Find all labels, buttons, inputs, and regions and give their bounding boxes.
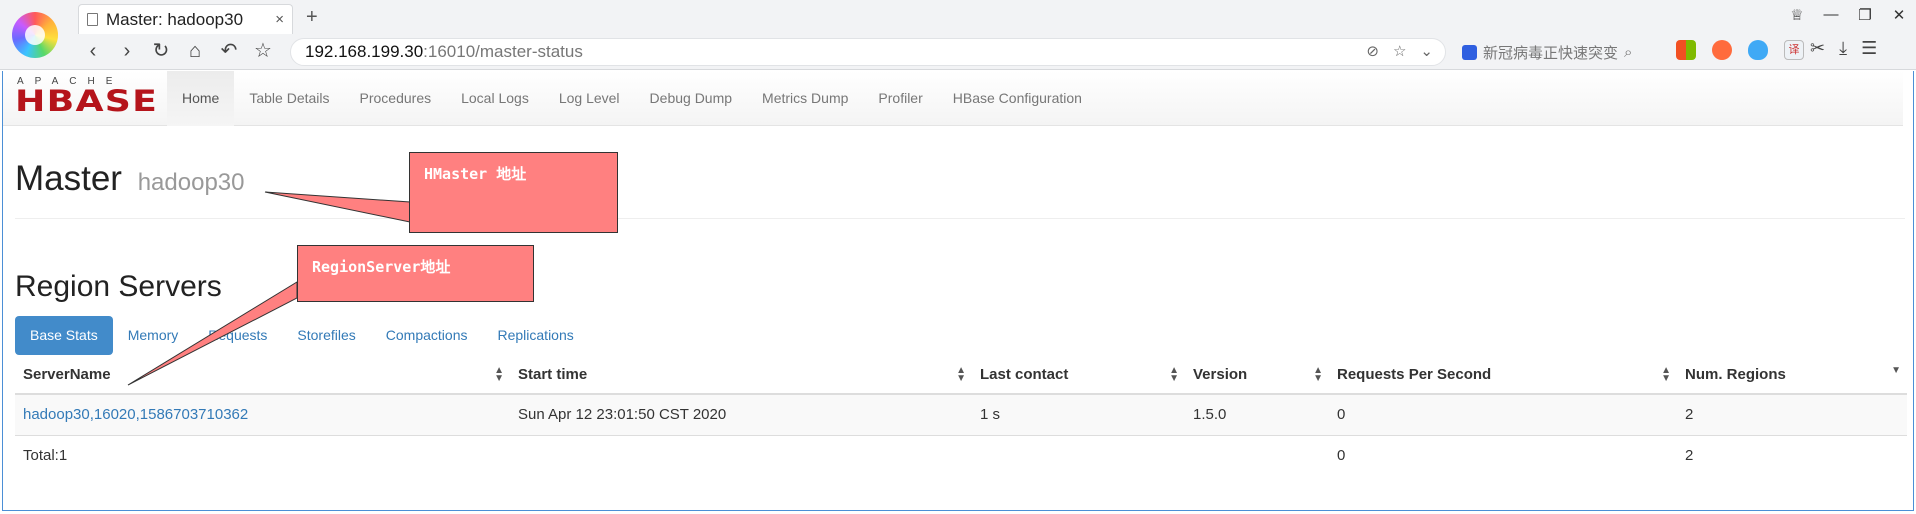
- sort-icon[interactable]: ▲ ▼: [494, 366, 504, 384]
- cell-start-time: Sun Apr 12 23:01:50 CST 2020: [510, 393, 972, 435]
- nav-profiler[interactable]: Profiler: [863, 71, 937, 126]
- nav-table-details[interactable]: Table Details: [234, 71, 344, 126]
- nav-metrics-dump[interactable]: Metrics Dump: [747, 71, 863, 126]
- table-total-row: Total:1 0 2: [15, 434, 1907, 476]
- sort-icon[interactable]: ▲ ▼: [1313, 366, 1323, 384]
- hmaster-callout: HMaster 地址: [409, 152, 618, 233]
- toolbar-icons: ✂ ⤓ ☰: [1810, 38, 1877, 59]
- search-input[interactable]: 新冠病毒正快速突变: [1483, 42, 1618, 63]
- cell-num-regions: 2: [1677, 393, 1907, 435]
- region-servers-table: ServerName ▲ ▼ Start time ▲ ▼ Last contact ▲ ▼…: [15, 356, 1907, 476]
- master-host: hadoop30: [137, 169, 245, 196]
- nav-procedures[interactable]: Procedures: [345, 71, 447, 126]
- tab-requests[interactable]: Requests: [193, 316, 282, 355]
- window-controls: ♕ — ❐ ✕: [1780, 6, 1916, 24]
- back-icon[interactable]: ‹: [82, 38, 104, 64]
- tab-close-icon[interactable]: ×: [275, 11, 284, 28]
- cell-empty: [1185, 434, 1329, 476]
- favorite-star-icon[interactable]: ☆: [1393, 42, 1406, 60]
- table-row: hadoop30,16020,1586703710362 Sun Apr 12 …: [15, 393, 1907, 435]
- chevron-down-icon[interactable]: ⌄: [1420, 42, 1433, 60]
- scissors-icon[interactable]: ✂: [1810, 38, 1825, 59]
- sort-icon[interactable]: ▲ ▼: [1169, 366, 1179, 384]
- new-tab-button[interactable]: +: [306, 6, 318, 29]
- tab-memory[interactable]: Memory: [113, 316, 194, 355]
- nav-debug-dump[interactable]: Debug Dump: [635, 71, 748, 126]
- cell-total-regions: 2: [1677, 434, 1907, 476]
- logo-hbase-text: HBASE: [15, 84, 159, 118]
- tab-replications[interactable]: Replications: [482, 316, 588, 355]
- tab-storefiles[interactable]: Storefiles: [282, 316, 370, 355]
- address-icons: ⊘ ☆ ⌄: [1366, 42, 1433, 60]
- cell-total-label: Total:1: [15, 434, 510, 476]
- hbase-logo[interactable]: APACHE HBASE: [15, 76, 157, 118]
- tab-base-stats[interactable]: Base Stats: [15, 316, 113, 355]
- cell-empty: [510, 434, 972, 476]
- column-header-version[interactable]: Version ▲ ▼: [1185, 356, 1329, 395]
- bookmark-star-icon[interactable]: ☆: [252, 38, 274, 64]
- column-header-start-time[interactable]: Start time ▲ ▼: [510, 356, 972, 395]
- cell-version: 1.5.0: [1185, 393, 1329, 435]
- page-viewport: APACHE HBASE Home Table Details Procedur…: [2, 71, 1914, 511]
- region-server-tabs: Base Stats Memory Requests Storefiles Co…: [15, 316, 589, 355]
- compat-mode-icon[interactable]: ⊘: [1366, 42, 1379, 60]
- hmaster-callout-text: HMaster 地址: [424, 165, 527, 183]
- cell-requests-per-second: 0: [1329, 393, 1677, 435]
- address-path: :16010/master-status: [423, 42, 583, 61]
- nav-local-logs[interactable]: Local Logs: [446, 71, 544, 126]
- minimize-icon[interactable]: —: [1814, 6, 1848, 24]
- regionserver-callout: RegionServer地址: [297, 245, 534, 302]
- sort-icon[interactable]: ▲ ▼: [1661, 366, 1671, 384]
- download-icon[interactable]: ⤓: [1839, 38, 1847, 59]
- column-header-requests-per-second[interactable]: Requests Per Second ▲ ▼: [1329, 356, 1677, 395]
- address-host: 192.168.199.30: [305, 42, 424, 61]
- undo-close-icon[interactable]: ↶: [218, 38, 240, 64]
- home-icon[interactable]: ⌂: [184, 38, 206, 64]
- regionserver-callout-text: RegionServer地址: [312, 258, 451, 276]
- region-servers-heading: Region Servers: [15, 270, 222, 303]
- nav-hbase-configuration[interactable]: HBase Configuration: [938, 71, 1097, 126]
- shield-extension-icon[interactable]: [1748, 40, 1768, 60]
- server-name-link[interactable]: hadoop30,16020,1586703710362: [23, 406, 248, 423]
- tab-compactions[interactable]: Compactions: [371, 316, 483, 355]
- search-box[interactable]: 新冠病毒正快速突变 ⌕: [1462, 38, 1658, 66]
- address-bar[interactable]: 192.168.199.30 :16010/master-status ⊘ ☆ …: [290, 38, 1446, 66]
- tab-title: Master: hadoop30: [106, 9, 244, 29]
- cell-server-name: hadoop30,16020,1586703710362: [15, 393, 510, 435]
- browser-chrome: Master: hadoop30 × + ♕ — ❐ ✕ ‹ › ↻ ⌂ ↶ ☆…: [0, 0, 1916, 70]
- menu-icon[interactable]: ☰: [1861, 38, 1877, 59]
- nav-links: Home Table Details Procedures Local Logs…: [167, 71, 1097, 126]
- browser-tab[interactable]: Master: hadoop30 ×: [78, 4, 293, 34]
- column-header-num-regions[interactable]: Num. Regions ▼: [1677, 356, 1907, 395]
- search-icon[interactable]: ⌕: [1624, 44, 1632, 61]
- cell-total-requests: 0: [1329, 434, 1677, 476]
- page-title: Master hadoop30: [15, 159, 244, 199]
- nav-buttons: ‹ › ↻ ⌂ ↶ ☆: [82, 38, 274, 64]
- column-header-servername[interactable]: ServerName ▲ ▼: [15, 356, 510, 395]
- forward-icon[interactable]: ›: [116, 38, 138, 64]
- baidu-icon: [1462, 44, 1477, 60]
- cell-last-contact: 1 s: [972, 393, 1185, 435]
- extension-icons: 译: [1676, 40, 1804, 60]
- skin-icon[interactable]: ♕: [1780, 6, 1814, 24]
- apps-grid-icon[interactable]: [1676, 40, 1696, 60]
- cell-empty: [972, 434, 1185, 476]
- nav-log-level[interactable]: Log Level: [544, 71, 635, 126]
- infinity-extension-icon[interactable]: [1712, 40, 1732, 60]
- sort-icon[interactable]: ▲ ▼: [956, 366, 966, 384]
- nav-home[interactable]: Home: [167, 71, 235, 126]
- master-label: Master: [15, 159, 122, 198]
- sort-icon[interactable]: ▼: [1891, 366, 1901, 376]
- close-window-icon[interactable]: ✕: [1882, 6, 1916, 24]
- table-header-row: ServerName ▲ ▼ Start time ▲ ▼ Last contact ▲ ▼…: [15, 356, 1907, 395]
- translate-icon[interactable]: 译: [1784, 40, 1804, 60]
- reload-icon[interactable]: ↻: [150, 38, 172, 64]
- restore-icon[interactable]: ❐: [1848, 6, 1882, 24]
- divider: [15, 218, 1905, 219]
- column-header-last-contact[interactable]: Last contact ▲ ▼: [972, 356, 1185, 395]
- page-icon: [87, 13, 98, 26]
- hbase-navbar: APACHE HBASE Home Table Details Procedur…: [3, 71, 1903, 126]
- browser-logo-icon[interactable]: [12, 12, 58, 58]
